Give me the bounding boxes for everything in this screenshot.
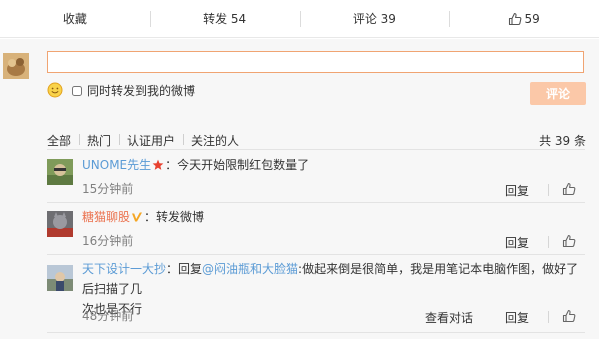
my-avatar [3,53,29,79]
avatar[interactable] [47,265,73,291]
divider [47,254,585,255]
avatar-image [47,159,73,185]
comment-time: 15分钟前 [82,182,134,196]
tab-verified[interactable]: 认证用户 [119,132,183,149]
comment-text: 糖猫聊股 ：转发微博 [82,207,590,227]
comment-text: UNOME先生 ：今天开始限制红包数量了 [82,155,590,175]
reply-button[interactable]: 回复 [505,309,529,326]
repost-button[interactable]: 转发 54 [149,0,300,37]
forward-checkbox[interactable] [72,85,82,96]
divider [47,149,585,150]
comment-reply-prefix: ：回复 [166,262,203,276]
divider [47,332,585,333]
comment-content: ：今天开始限制红包数量了 [165,158,310,172]
divider [47,202,585,203]
comment-content: ：转发微博 [144,210,205,224]
thumbs-up-icon[interactable] [562,182,576,196]
view-dialog-button[interactable]: 查看对话 [425,309,473,326]
favorite-button[interactable]: 收藏 [0,0,150,37]
separator [548,184,549,196]
thumbs-up-icon[interactable] [562,309,576,323]
favorite-label: 收藏 [62,12,87,26]
comment-line: 天下设计一大抄：回复@闷油瓶和大脸猫:做起来倒是很简单，我是用笔记本电脑作图，做… [82,259,590,299]
comment-username[interactable]: 天下设计一大抄 [82,262,166,276]
forward-option[interactable]: 同时转发到我的微博 [72,82,195,99]
thumbs-up-icon [509,12,522,25]
tab-all[interactable]: 全部 [47,132,79,149]
action-bar: 收藏 转发 54 评论 39 59 [0,0,599,38]
forward-checkbox-label: 同时转发到我的微博 [87,84,196,98]
avatar-image [47,211,73,237]
star-badge-icon [152,159,164,170]
repost-label: 转发 54 [203,12,247,26]
tab-following[interactable]: 关注的人 [183,132,247,149]
separator [548,311,549,323]
like-count: 59 [524,11,540,26]
emoji-icon[interactable] [47,82,63,98]
comment-total: 共 39 条 [539,134,586,148]
avatar[interactable] [47,211,73,237]
like-button[interactable]: 59 [449,0,599,37]
tab-hot[interactable]: 热门 [79,132,119,149]
comment-username[interactable]: UNOME先生 [82,158,151,172]
separator [548,236,549,248]
mention-link[interactable]: @闷油瓶和大脸猫 [202,262,298,276]
reply-button[interactable]: 回复 [505,234,529,251]
comment-username[interactable]: 糖猫聊股 [82,210,130,224]
comment-filter-tabs: 全部 热门 认证用户 关注的人 [47,132,247,149]
verified-badge-icon [132,212,143,222]
comment-panel: 同时转发到我的微博 评论 全部 热门 认证用户 关注的人 共 39 条 UNOM… [0,39,599,339]
submit-comment-button[interactable]: 评论 [530,82,586,105]
comment-button[interactable]: 评论 39 [299,0,450,37]
avatar-image [3,53,29,79]
reply-button[interactable]: 回复 [505,182,529,199]
comment-time: 48分钟前 [82,309,134,323]
thumbs-up-icon[interactable] [562,234,576,248]
avatar[interactable] [47,159,73,185]
comment-input[interactable] [47,51,584,73]
comment-label: 评论 39 [352,12,396,26]
avatar-image [47,265,73,291]
comment-time: 16分钟前 [82,234,134,248]
